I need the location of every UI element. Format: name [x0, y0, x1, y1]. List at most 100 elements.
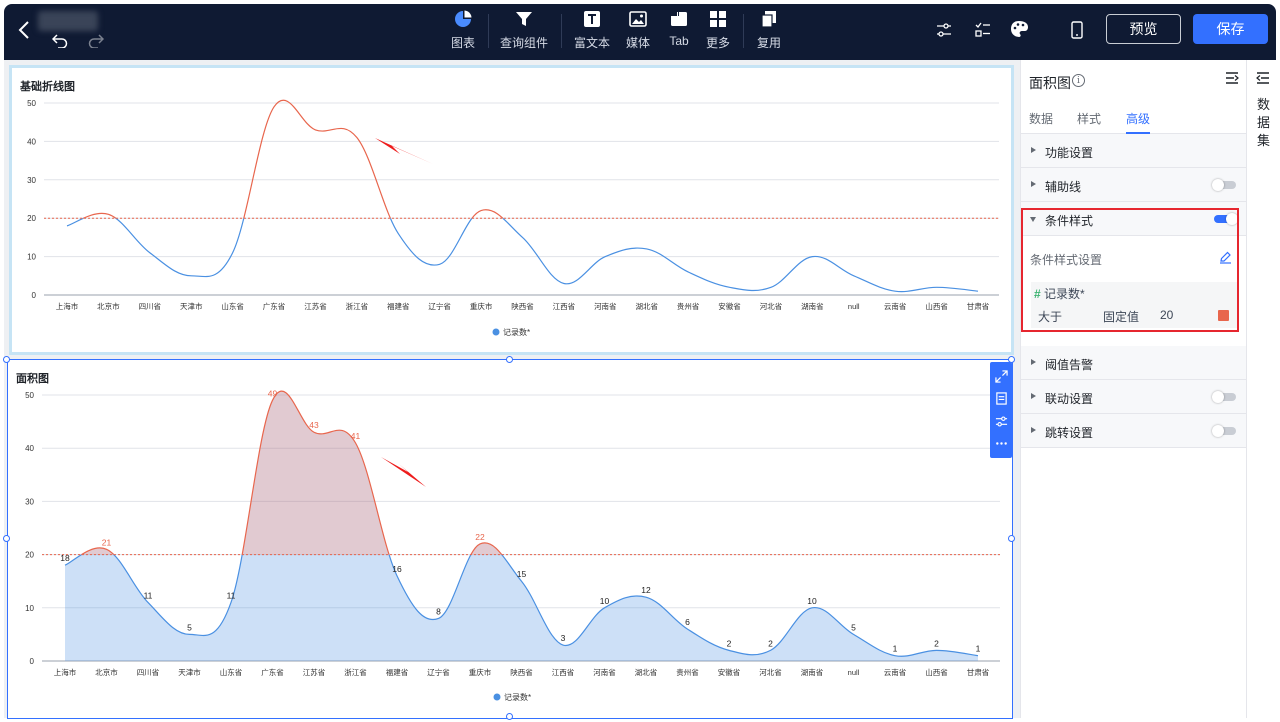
condition-value-type: 固定值 — [1103, 310, 1140, 324]
resize-handle[interactable] — [1008, 535, 1015, 542]
toolbar-query[interactable]: 查询组件 — [496, 10, 552, 51]
data-label: 1 — [976, 644, 981, 654]
caret-down-icon — [1030, 217, 1036, 222]
toolbar-query-label: 查询组件 — [499, 36, 548, 50]
x-tick-label: 辽宁省 — [428, 301, 451, 311]
y-tick-label: 10 — [27, 253, 36, 262]
data-label: 2 — [768, 638, 773, 648]
x-tick-label: 山东省 — [221, 301, 244, 311]
section-threshold-alert[interactable]: 阈值告警 — [1021, 346, 1247, 380]
data-label: 6 — [685, 617, 690, 627]
info-icon[interactable]: i — [1072, 74, 1085, 87]
settings-sliders-icon[interactable] — [934, 20, 954, 40]
data-label: 2 — [934, 638, 939, 648]
x-tick-label: 云南省 — [884, 301, 907, 311]
y-tick-label: 30 — [25, 497, 34, 506]
x-tick-label: 福建省 — [386, 667, 409, 677]
y-tick-label: 40 — [27, 137, 36, 146]
x-tick-label: 贵州省 — [676, 667, 699, 677]
theme-palette-icon[interactable] — [1008, 18, 1032, 40]
x-tick-label: 上海市 — [56, 301, 79, 311]
caret-right-icon — [1031, 427, 1036, 433]
y-tick-label: 10 — [25, 604, 34, 613]
data-label: 2 — [727, 638, 732, 648]
caret-right-icon — [1031, 359, 1036, 365]
tab-icon — [671, 12, 687, 26]
line-chart-card[interactable]: 基础折线图 0 10 20 30 40 50 上海市 北京市 四川省 天津市 山东省 广东省 江苏省 浙江… — [9, 65, 1014, 355]
x-tick-label: 湖北省 — [635, 667, 658, 677]
section-label: 联动设置 — [1045, 392, 1094, 406]
toolbar-chart[interactable]: 图表 — [435, 10, 491, 51]
expand-icon[interactable] — [994, 370, 1008, 383]
image-icon — [629, 11, 647, 27]
toolbar-reuse[interactable]: 复用 — [741, 10, 797, 51]
redo-icon[interactable] — [86, 32, 106, 50]
x-tick-label: 福建省 — [387, 301, 410, 311]
x-tick-label: 江西省 — [553, 301, 576, 311]
toolbar-more[interactable]: 更多 — [690, 10, 746, 51]
save-button[interactable]: 保存 — [1193, 14, 1268, 44]
caret-right-icon — [1031, 393, 1036, 399]
condition-rule-row[interactable]: 大于 固定值 20 — [1031, 302, 1237, 328]
data-label: 22 — [475, 532, 485, 542]
resize-handle[interactable] — [506, 356, 513, 363]
chart-floating-toolbar — [990, 362, 1012, 458]
panel-tabs: 数据 样式 高级 — [1021, 110, 1247, 134]
tab-style[interactable]: 样式 — [1077, 110, 1101, 127]
dataset-sidebar[interactable]: 数据集 — [1246, 60, 1280, 718]
conditional-style-setting-label: 条件样式设置 — [1030, 253, 1103, 267]
x-tick-label: 四川省 — [139, 301, 162, 311]
grid-icon — [710, 11, 726, 27]
resize-handle[interactable] — [3, 356, 10, 363]
tab-data[interactable]: 数据 — [1029, 110, 1053, 127]
area-chart-card[interactable]: 面积图 0 10 20 30 40 50 上海市 北京市 四川省 天津市 山东省 广东省 江苏省 浙江省福… — [7, 359, 1013, 719]
settings-sliders-icon[interactable] — [995, 415, 1008, 428]
toolbar-chart-label: 图表 — [450, 36, 475, 50]
x-tick-label: null — [848, 668, 860, 677]
line-chart: 0 10 20 30 40 50 上海市 北京市 四川省 天津市 山东省 广东省 江苏省 浙江省 福建省 辽宁… — [27, 99, 999, 337]
auxiliary-line-toggle[interactable] — [1212, 179, 1236, 191]
filter-icon — [516, 12, 532, 26]
section-function-settings[interactable]: 功能设置 — [1021, 134, 1247, 168]
dataset-label: 数据集 — [1257, 97, 1271, 148]
resize-handle[interactable] — [3, 535, 10, 542]
x-tick-label: 天津市 — [180, 301, 203, 311]
condition-field[interactable]: # 记录数* — [1031, 282, 1237, 302]
dataset-list-icon[interactable] — [1256, 72, 1270, 87]
more-dots-icon[interactable] — [995, 437, 1008, 450]
x-tick-label: 浙江省 — [344, 667, 367, 677]
x-tick-label: 河南省 — [593, 667, 616, 677]
pie-chart-icon — [455, 10, 472, 27]
mobile-preview-icon[interactable] — [1068, 19, 1086, 41]
y-tick-label: 20 — [25, 551, 34, 560]
preview-button[interactable]: 预览 — [1106, 14, 1181, 44]
section-linkage-settings[interactable]: 联动设置 — [1021, 380, 1247, 414]
x-tick-label: 甘肃省 — [967, 667, 990, 677]
conditional-style-toggle[interactable] — [1214, 213, 1238, 225]
x-tick-label: 山西省 — [925, 667, 948, 677]
resize-handle[interactable] — [506, 713, 513, 720]
collapse-panel-icon[interactable] — [1225, 72, 1239, 87]
section-conditional-style[interactable]: 条件样式 — [1021, 202, 1247, 236]
x-tick-label: 河北省 — [760, 301, 783, 311]
edit-icon[interactable] — [1219, 251, 1232, 267]
document-icon[interactable] — [995, 392, 1008, 405]
section-label: 功能设置 — [1045, 146, 1094, 160]
section-auxiliary-line[interactable]: 辅助线 — [1021, 168, 1247, 202]
section-jump-settings[interactable]: 跳转设置 — [1021, 414, 1247, 448]
undo-icon[interactable] — [50, 32, 70, 50]
data-label: 8 — [436, 606, 441, 616]
data-label: 11 — [144, 590, 153, 600]
caret-right-icon — [1031, 181, 1036, 187]
back-icon[interactable] — [14, 19, 34, 41]
tab-advanced[interactable]: 高级 — [1126, 110, 1151, 134]
data-label: 49 — [268, 388, 278, 398]
panel-title: 面积图 — [1029, 75, 1071, 91]
toolbar-more-label: 更多 — [705, 36, 730, 50]
data-label: 12 — [641, 585, 651, 595]
linkage-toggle[interactable] — [1212, 391, 1236, 403]
condition-color-swatch[interactable] — [1218, 310, 1229, 321]
checklist-icon[interactable] — [972, 19, 994, 41]
x-tick-label: 湖南省 — [801, 667, 824, 677]
jump-toggle[interactable] — [1212, 425, 1236, 437]
